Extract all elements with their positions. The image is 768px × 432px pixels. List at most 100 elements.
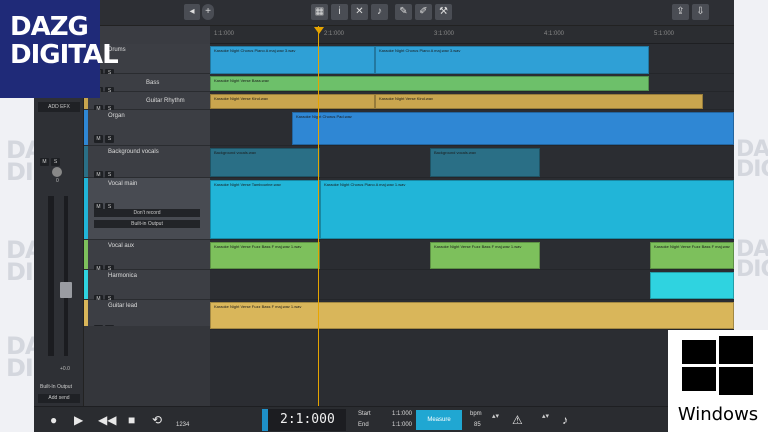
count-in-label[interactable]: 1234 [176, 422, 189, 428]
arrangement-empty-area [210, 332, 734, 406]
screenshot-stage: DAZGDIGITAL DAZGDIGITAL DAZGDIGITAL DAZG… [0, 0, 768, 432]
mixer-output-label[interactable]: Built-In Output [40, 384, 72, 390]
record-mode-select[interactable]: Don't record [94, 209, 200, 217]
arrangement-area[interactable]: Karaoke Night Chorus Piano A maj.wav 3.w… [210, 44, 734, 332]
audio-clip[interactable]: Karaoke Night Chorus Piano A maj.wav 1.w… [320, 180, 734, 239]
track-header-guitar-rhythm[interactable]: MS Guitar Rhythm [84, 92, 210, 113]
scroll-left-icon[interactable]: ◂ [184, 4, 200, 20]
windows-label: Windows [677, 404, 759, 425]
track-output-select[interactable]: Built-in Output [94, 220, 200, 228]
grid-icon[interactable]: ▦ [311, 4, 328, 20]
upload-icon[interactable]: ⇪ [672, 4, 689, 20]
audio-clip[interactable]: Karaoke Night Verse Fuzz Bass F maj.wav … [210, 242, 320, 269]
volume-fader-track [64, 196, 68, 356]
add-send-button[interactable]: Add send [38, 394, 80, 403]
edit-icon[interactable]: ✐ [415, 4, 432, 20]
pan-value: 0 [56, 178, 59, 184]
mixer-mute-button[interactable]: M [40, 158, 49, 166]
track-color-bar [84, 300, 88, 329]
rewind-icon[interactable]: ◀◀ [98, 413, 116, 427]
measure-mode-button[interactable]: Measure [416, 410, 462, 430]
track-header-vocal-aux[interactable]: Vocal aux MS [84, 240, 210, 273]
track-header-vocal-main[interactable]: Vocal main MS Don't record Built-in Outp… [84, 178, 210, 240]
position-readout: 2:1:000 [280, 412, 335, 427]
audio-clip[interactable]: Background vocals.wav [210, 148, 320, 177]
top-toolbar: ▦ i ✕ ♪ ✎ ✐ ⚒ ⇪ ⇩ ◂ + [34, 0, 734, 26]
solo-button[interactable]: S [105, 135, 114, 143]
audio-clip[interactable]: Background vocals.wav [430, 148, 540, 177]
info-icon[interactable]: i [331, 4, 348, 20]
watermark-right-1: DAZGDIGITAL [736, 137, 768, 182]
track-name: Organ [108, 113, 125, 119]
timeline-ruler[interactable]: 1:1:000 2:1:000 3:1:000 4:1:000 5:1:000 [210, 26, 734, 44]
ruler-mark: 5:1:000 [654, 31, 675, 37]
track-color-bar [84, 146, 88, 177]
windows-logo-icon [682, 336, 753, 395]
track-list-empty-area [84, 326, 210, 406]
track-name: Guitar lead [108, 303, 138, 309]
volume-stepper-icon[interactable]: ▴▾ [542, 412, 549, 420]
windows-badge: Windows [668, 330, 768, 432]
tempo-label: bpm [470, 411, 482, 417]
play-icon[interactable]: ▶ [74, 413, 83, 427]
audio-clip[interactable]: Karaoke Night Verse Kind.wav [375, 94, 703, 109]
audio-clip[interactable]: Karaoke Night Chorus Pad.wav [292, 112, 734, 145]
playhead-line[interactable] [318, 26, 319, 406]
download-icon[interactable]: ⇩ [692, 4, 709, 20]
level-meter [48, 196, 54, 356]
track-header-harmonica[interactable]: Harmonica MS [84, 270, 210, 303]
pen-icon[interactable]: ✎ [395, 4, 412, 20]
add-efx-button[interactable]: ADD EFX [38, 102, 80, 112]
ruler-mark: 3:1:000 [434, 31, 455, 37]
audio-clip[interactable]: Karaoke Night Verse Kind.wav [210, 94, 375, 109]
mute-button[interactable]: M [94, 135, 103, 143]
track-name: Harmonica [108, 273, 138, 279]
metronome-transport-icon[interactable]: ⚠ [512, 413, 523, 427]
stop-icon[interactable]: ■ [128, 413, 135, 427]
end-label: End [358, 422, 369, 428]
start-label: Start [358, 411, 371, 417]
ruler-mark: 4:1:000 [544, 31, 565, 37]
audio-clip[interactable]: Karaoke Night Chorus Piano A maj.wav 3.w… [210, 46, 375, 74]
add-track-icon[interactable]: + [202, 4, 214, 20]
mixer-solo-button[interactable]: S [51, 158, 60, 166]
audio-clip[interactable]: Karaoke Night Verse Fuzz Bass F maj.wav … [210, 302, 734, 329]
track-header-background-vocals[interactable]: Background vocals MS [84, 146, 210, 179]
track-color-bar [84, 240, 88, 269]
brand-logo: DAZG DIGITAL [0, 0, 119, 98]
track-controls: MS [94, 127, 116, 145]
tempo-stepper-icon[interactable]: ▴▾ [492, 412, 499, 420]
track-name: Guitar Rhythm [146, 98, 185, 104]
track-name: Background vocals [108, 149, 159, 155]
audio-clip[interactable] [650, 272, 734, 299]
audio-clip[interactable]: Karaoke Night Verse Fuzz Bass F maj.wav … [430, 242, 540, 269]
metronome-icon[interactable]: ♪ [371, 4, 388, 20]
end-value[interactable]: 1:1:000 [392, 422, 412, 428]
music-note-icon[interactable]: ♪ [562, 413, 568, 427]
record-icon[interactable]: ● [50, 413, 57, 427]
pan-knob[interactable] [52, 167, 62, 177]
start-value[interactable]: 1:1:000 [392, 411, 412, 417]
volume-fader-handle[interactable] [60, 282, 72, 298]
track-name: Vocal main [108, 181, 138, 187]
ruler-mark: 2:1:000 [324, 31, 345, 37]
track-header-organ[interactable]: Organ MS [84, 110, 210, 146]
settings-icon[interactable]: ✕ [351, 4, 368, 20]
track-header-bass[interactable]: MS Bass [84, 74, 210, 95]
audio-clip[interactable]: Karaoke Night Chorus Piano A maj.wav 3.w… [375, 46, 649, 74]
wrench-icon[interactable]: ⚒ [435, 4, 452, 20]
audio-clip[interactable]: Karaoke Night Verse Bass.wav [210, 76, 649, 91]
track-color-bar [84, 110, 88, 145]
track-color-bar [84, 178, 88, 239]
playhead-marker[interactable] [314, 27, 324, 34]
track-name: Vocal aux [108, 243, 135, 249]
watermark-right-2: DAZGDIGITAL [736, 237, 768, 282]
transport-bar: ● ▶ ◀◀ ■ ⟲ 1234 2:1:000 Start 1:1:000 En… [34, 406, 734, 432]
loop-icon[interactable]: ⟲ [152, 413, 162, 427]
audio-clip[interactable]: Karaoke Night Verse Tambourine.wav [210, 180, 320, 239]
track-name: Bass [146, 80, 160, 86]
mixer-mute-solo: MS [40, 150, 62, 168]
ruler-mark: 1:1:000 [214, 31, 235, 37]
audio-clip[interactable]: Karaoke Night Verse Fuzz Bass F maj.wav [650, 242, 734, 269]
tempo-value[interactable]: 85 [474, 422, 481, 428]
